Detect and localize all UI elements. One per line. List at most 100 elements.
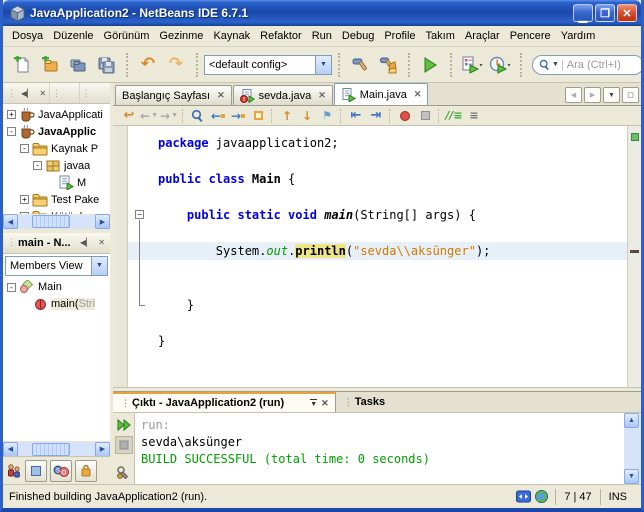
menu-debug[interactable]: Debug [337,28,379,44]
toggle-highlight-button[interactable] [248,107,268,125]
open-project-button[interactable] [64,51,92,79]
projects-horizontal-scrollbar[interactable]: ◀ ▶ [3,213,110,230]
output-tab-çıktı-javaapplication2-run-[interactable]: ⋮ Çıktı - JavaApplication2 (run) ▼ ✕ [113,392,336,412]
maximize-button[interactable]: ❐ [595,4,615,22]
menu-yard-m[interactable]: Yardım [556,28,601,44]
menu-tak-m[interactable]: Takım [421,28,460,44]
stop-icon[interactable] [114,436,133,454]
menu-d-zenle[interactable]: Düzenle [48,28,98,44]
output-scrollbar[interactable]: ▲ ▼ [624,413,641,484]
fold-collapse-icon[interactable]: − [135,210,144,219]
minimize-group-icon[interactable]: ▼ [310,398,318,408]
code-line-3[interactable]: public class Main { [128,170,627,188]
tree-item-javaapplicati[interactable]: + JavaApplicati [3,106,110,123]
nav-forward-button[interactable]: → ▼ [159,107,179,125]
collapse-icon[interactable]: - [33,161,42,170]
code-line-1[interactable]: package javaapplication2; [128,134,627,152]
scroll-tabs-left-icon[interactable]: ◀ [565,87,582,103]
shift-left-button[interactable]: ⇤ [346,107,366,125]
code-line-12[interactable]: } [128,332,627,350]
new-project-button[interactable] [36,51,64,79]
code-line-5[interactable]: public static void main(String[] args) { [128,206,627,224]
toggle-bookmark-button[interactable]: ⚑ [317,107,337,125]
new-file-button[interactable] [8,51,36,79]
debug-button[interactable] [458,51,486,79]
tree-item-kaynak-p[interactable]: - Kaynak P [3,140,110,157]
close-panel-icon[interactable]: ✕ [36,88,49,99]
menu-kaynak[interactable]: Kaynak [208,28,255,44]
maximize-editor-icon[interactable]: ▢ [622,87,639,103]
find-button[interactable] [188,107,208,125]
run-button[interactable] [416,51,444,79]
tree-item-javaapplic[interactable]: - JavaApplic [3,123,110,140]
save-all-button[interactable] [92,51,120,79]
code-area[interactable]: package javaapplication2; public class M… [128,126,627,387]
tree-item-m[interactable]: M [3,174,110,191]
collapse-icon[interactable]: - [7,282,16,292]
tree-item-javaa[interactable]: - javaa [3,157,110,174]
code-line-8[interactable] [128,260,627,278]
editor-gutter[interactable] [113,126,128,387]
scroll-up-icon[interactable]: ▲ [624,413,639,428]
menu-refaktor[interactable]: Refaktor [255,28,307,44]
sync-icon[interactable] [516,489,532,504]
navigator-horizontal-scrollbar[interactable]: ◀ ▶ [3,441,110,457]
current-line-mark[interactable] [630,250,639,253]
last-edited-button[interactable]: ↩ [119,107,139,125]
stop-macro-button[interactable] [415,107,435,125]
code-line-11[interactable] [128,314,627,332]
filter-fields-button[interactable] [75,459,97,482]
undo-button[interactable]: ↶ [134,51,162,79]
config-select[interactable]: <default config> ▼ [204,54,332,75]
collapse-icon[interactable]: - [7,127,16,136]
output-tab-tasks[interactable]: ⋮ Tasks [336,392,391,412]
scrollbar-thumb[interactable] [32,215,70,229]
chevron-down-icon[interactable]: ▼ [315,55,331,74]
editor-tab-main-java[interactable]: Main.java ✕ [333,83,429,105]
profile-button[interactable] [486,51,514,79]
code-line-6[interactable] [128,224,627,242]
record-macro-button[interactable] [395,107,415,125]
code-line-2[interactable] [128,152,627,170]
scroll-down-icon[interactable]: ▼ [624,469,639,484]
menu-dosya[interactable]: Dosya [7,28,48,44]
code-line-4[interactable] [128,188,627,206]
no-errors-badge[interactable] [631,133,639,141]
menu-run[interactable]: Run [307,28,337,44]
close-tab-icon[interactable]: ✕ [318,90,326,101]
prev-bookmark-button[interactable]: ↑ [277,107,297,125]
title-bar[interactable]: JavaApplication2 - NetBeans IDE 6.7.1 ▁ … [3,0,641,26]
error-stripe[interactable] [627,126,641,387]
scroll-tabs-right-icon[interactable]: ▶ [584,87,601,103]
uncomment-button[interactable]: ≡ [464,107,484,125]
shift-right-button[interactable]: ⇥ [366,107,386,125]
close-button[interactable]: ✕ [617,4,637,22]
output-console[interactable]: run: sevda\aksünger BUILD SUCCESSFUL (tota… [135,413,624,484]
tree-item-main[interactable]: - Main [3,279,110,296]
minimize-panel-icon[interactable]: ◀▏ [18,88,36,99]
minimize-button[interactable]: ▁ [573,4,593,23]
scrollbar-thumb[interactable] [32,442,70,456]
menu-gezinme[interactable]: Gezinme [154,28,208,44]
build-button[interactable] [346,51,374,79]
rerun-icon[interactable] [115,416,133,434]
minimize-panel-icon[interactable]: ◀▏ [77,237,95,248]
scroll-right-icon[interactable]: ▶ [95,214,110,230]
tree-item-test-pake[interactable]: + Test Pake [3,191,110,208]
tree-item-main-[interactable]: main(Stri [3,296,110,313]
close-tab-icon[interactable]: ✕ [217,90,225,101]
menu-profile[interactable]: Profile [379,28,420,44]
redo-button[interactable]: ↷ [162,51,190,79]
update-center-icon[interactable] [534,489,549,504]
nav-back-button[interactable]: ← ▼ [139,107,159,125]
search-scope-icon[interactable]: ▼ [552,61,559,68]
code-line-7[interactable]: System.out.println("sevda\\aksünger"); [128,242,627,260]
menu-ara-lar[interactable]: Araçlar [460,28,505,44]
editor-tab-sevda-java[interactable]: ! sevda.java ✕ [232,85,333,105]
collapse-icon[interactable]: - [20,144,29,153]
comment-button[interactable]: //≡ [444,107,464,125]
scroll-left-icon[interactable]: ◀ [3,214,18,230]
menu-pencere[interactable]: Pencere [505,28,556,44]
quick-search-input[interactable]: ▼ | Ara (Ctrl+I) [532,54,641,75]
next-bookmark-button[interactable]: ↓ [297,107,317,125]
